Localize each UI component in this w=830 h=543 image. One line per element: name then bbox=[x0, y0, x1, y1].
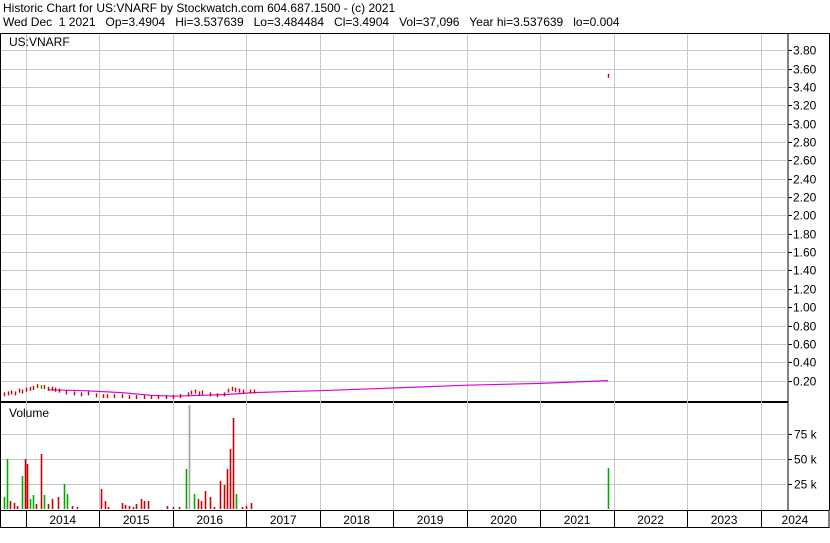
price-tick-label: 0.40 bbox=[793, 356, 817, 370]
price-tick-label: 1.40 bbox=[793, 264, 817, 278]
year-label: 2015 bbox=[123, 513, 150, 527]
year-label: 2024 bbox=[782, 513, 809, 527]
year-label: 2014 bbox=[49, 513, 76, 527]
year-label: 2020 bbox=[490, 513, 517, 527]
price-tick-label: 3.40 bbox=[793, 81, 817, 95]
price-tick-label: 2.60 bbox=[793, 154, 817, 168]
price-tick-label: 2.00 bbox=[793, 209, 817, 223]
volume-tick-label: 50 k bbox=[794, 453, 818, 467]
price-tick-label: 0.60 bbox=[793, 338, 817, 352]
year-label: 2019 bbox=[417, 513, 444, 527]
price-tick-label: 3.80 bbox=[793, 44, 817, 58]
volume-panel bbox=[0, 402, 789, 511]
price-tick-label: 0.80 bbox=[793, 320, 817, 334]
year-label: 2022 bbox=[637, 513, 664, 527]
moving-average-line bbox=[47, 380, 609, 397]
stock-chart: 0.20 0.40 0.60 0.80 1.00 1.20 1.40 1.60 1.80 2.00… bbox=[0, 33, 830, 528]
year-label: 2018 bbox=[343, 513, 370, 527]
price-tick-label: 3.20 bbox=[793, 99, 817, 113]
price-tick-label: 1.20 bbox=[793, 283, 817, 297]
price-panel-title: US:VNARF bbox=[9, 35, 70, 49]
price-tick-label: 2.40 bbox=[793, 173, 817, 187]
price-tick-label: 1.60 bbox=[793, 246, 817, 260]
volume-tick-label: 25 k bbox=[794, 478, 818, 492]
price-tick-label: 2.80 bbox=[793, 136, 817, 150]
price-tick-label: 2.20 bbox=[793, 191, 817, 205]
price-tick-label: 3.00 bbox=[793, 118, 817, 132]
volume-tick-label: 75 k bbox=[794, 428, 818, 442]
year-label: 2017 bbox=[270, 513, 297, 527]
volume-panel-title: Volume bbox=[9, 406, 49, 420]
year-label: 2021 bbox=[564, 513, 591, 527]
price-tick-label: 3.60 bbox=[793, 63, 817, 77]
price-panel bbox=[0, 33, 789, 402]
price-tick-label: 0.20 bbox=[793, 375, 817, 389]
year-label: 2023 bbox=[711, 513, 738, 527]
price-tick-label: 1.80 bbox=[793, 228, 817, 242]
year-label: 2016 bbox=[196, 513, 223, 527]
price-tick-label: 1.00 bbox=[793, 301, 817, 315]
